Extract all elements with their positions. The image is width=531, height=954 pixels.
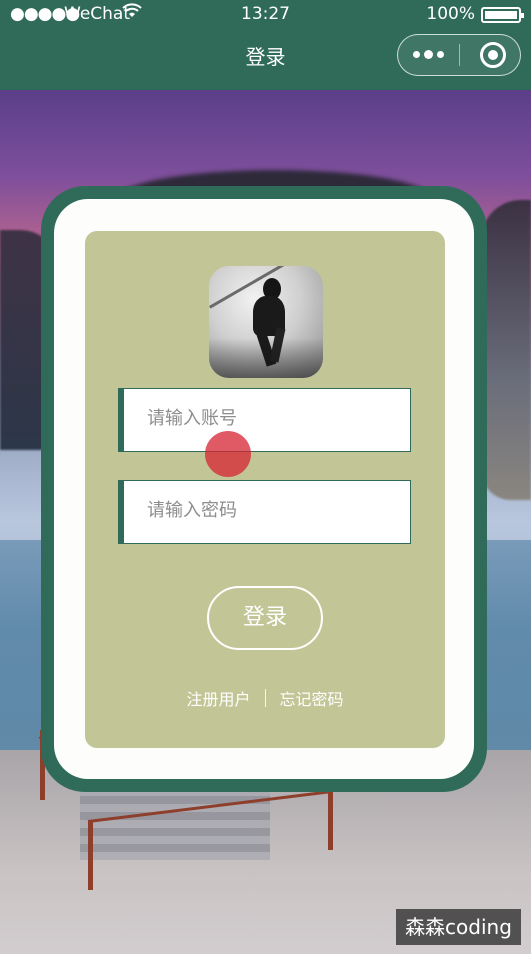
status-bar: ●●●●● WeChat 13:27 100% bbox=[0, 0, 531, 28]
railing-post bbox=[328, 790, 333, 850]
password-input[interactable]: 请输入密码 bbox=[118, 480, 411, 544]
watermark: 森森coding bbox=[396, 909, 521, 945]
avatar-shade bbox=[209, 338, 323, 378]
forgot-password-link[interactable]: 忘记密码 bbox=[280, 686, 344, 710]
link-divider bbox=[264, 689, 266, 707]
touch-indicator bbox=[205, 431, 251, 477]
background-rock-right bbox=[481, 200, 531, 500]
railing-post bbox=[88, 820, 93, 890]
battery-icon bbox=[481, 7, 524, 23]
register-link[interactable]: 注册用户 bbox=[186, 686, 250, 710]
record-close-icon[interactable] bbox=[480, 42, 506, 68]
top-bar: ●●●●● WeChat 13:27 100% 登录 bbox=[0, 0, 531, 90]
battery-percentage: 100% bbox=[426, 4, 475, 24]
auth-links: 注册用户 忘记密码 bbox=[85, 686, 445, 710]
account-input[interactable]: 请输入账号 bbox=[118, 388, 411, 452]
avatar bbox=[209, 266, 323, 378]
capsule-divider bbox=[459, 44, 460, 66]
login-button[interactable]: 登录 bbox=[207, 586, 323, 650]
more-dots-icon[interactable] bbox=[398, 35, 459, 74]
mini-program-capsule bbox=[397, 34, 521, 76]
